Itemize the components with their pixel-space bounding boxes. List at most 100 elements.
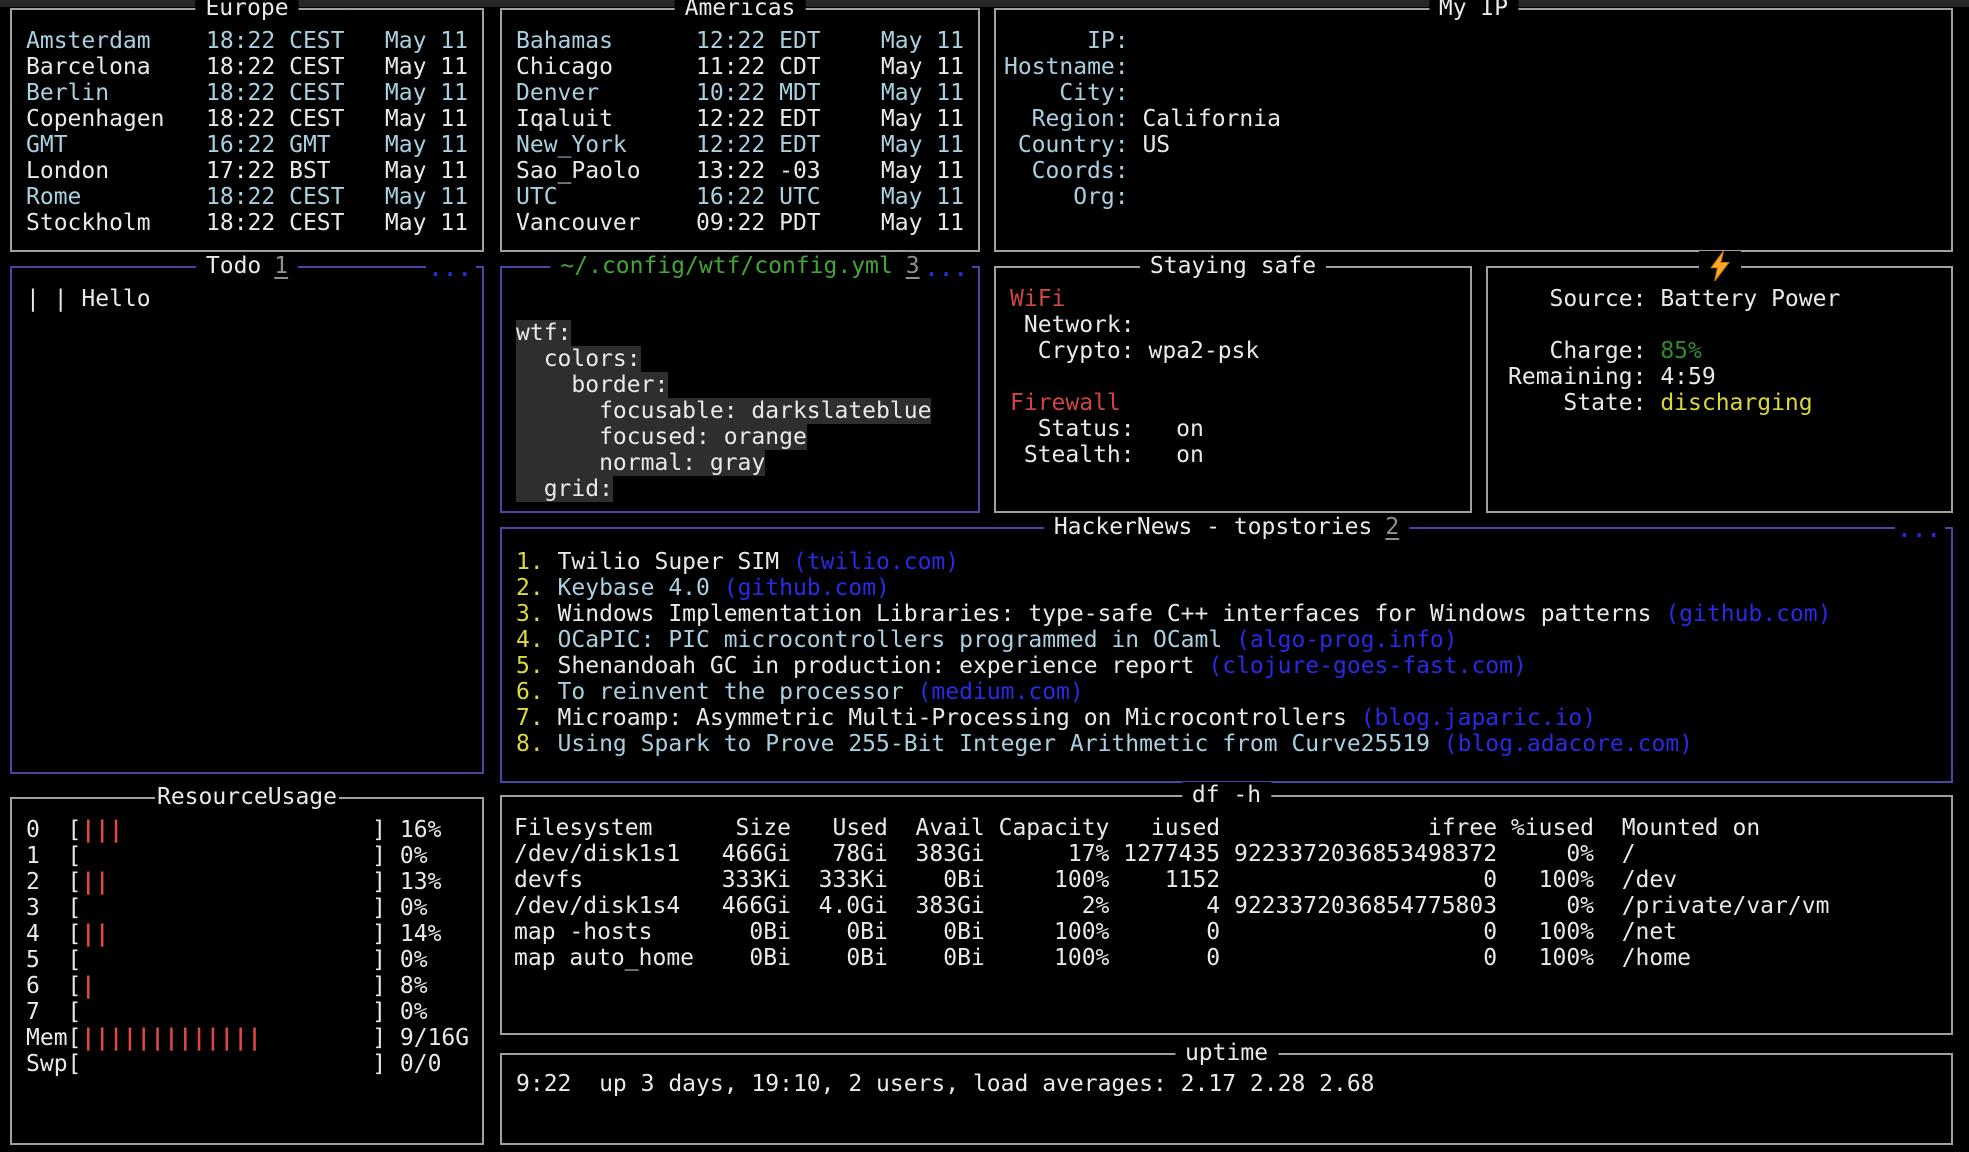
story-source-link[interactable]: (blog.japaric.io) (1361, 705, 1596, 731)
story-rank: 4. (516, 627, 544, 653)
city-name: Rome (26, 184, 206, 210)
panel-title-resource-usage: ResourceUsage (155, 784, 339, 810)
city-time: 18:22 (206, 54, 275, 80)
story-source-link[interactable]: (clojure-goes-fast.com) (1208, 653, 1527, 679)
city-timezone: -03 (779, 158, 834, 184)
hackernews-story[interactable]: 1. Twilio Super SIM (twilio.com) (516, 549, 1939, 575)
gauge-bracket-open: [ (68, 921, 82, 947)
city-date: May 11 (385, 28, 468, 54)
ip-field-label: Country: (1004, 132, 1129, 158)
gauge-bracket-open: [ (68, 869, 82, 895)
city-timezone: CDT (779, 54, 834, 80)
gauge-label: Mem (26, 1025, 68, 1051)
gauge-list: 0 [ ||| ] 16% 1 [ ] 0% 2 [ || ] 13% (12, 799, 482, 1077)
ip-field-value: California (1142, 106, 1280, 132)
hackernews-story[interactable]: 6. To reinvent the processor (medium.com… (516, 679, 1939, 705)
usage-gauge: 4 [ || ] 14% (26, 921, 472, 947)
clock-row: Chicago 11:22 CDT May 11 (516, 54, 964, 80)
ip-info-row: IP: (1004, 28, 1937, 54)
city-date: May 11 (881, 210, 964, 236)
hackernews-story[interactable]: 8. Using Spark to Prove 255-Bit Integer … (516, 731, 1939, 757)
panel-title-text: Todo (206, 253, 261, 279)
battery-info-row: Charge: 85% (1508, 338, 1937, 364)
todo-item[interactable]: | | Hello (26, 286, 468, 312)
df-used: 0Bi (791, 919, 888, 945)
clock-row: GMT 16:22 GMT May 11 (26, 132, 468, 158)
city-timezone: CEST (289, 184, 344, 210)
ip-field-label: City: (1004, 80, 1129, 106)
hackernews-story[interactable]: 3. Windows Implementation Libraries: typ… (516, 601, 1939, 627)
panel-clocks-europe: Europe Amsterdam 18:22 CEST May 11 Barce… (10, 8, 484, 252)
df-row: devfs 333Ki 333Ki 0Bi 100% 1152 0 100% /… (514, 867, 1941, 893)
panel-title-europe: Europe (195, 0, 298, 21)
df-iused: 0 (1109, 945, 1220, 971)
hackernews-story[interactable]: 7. Microamp: Asymmetric Multi-Processing… (516, 705, 1939, 731)
story-source-link[interactable]: (medium.com) (918, 679, 1084, 705)
story-source-link[interactable]: (twilio.com) (793, 549, 959, 575)
city-name: Amsterdam (26, 28, 206, 54)
city-time: 17:22 (206, 158, 275, 184)
story-rank: 8. (516, 731, 544, 757)
gauge-label: 0 (26, 817, 68, 843)
gauge-label: Swp (26, 1051, 68, 1077)
panel-title-hackernews: HackerNews - topstories2 (1044, 514, 1409, 540)
config-line-text: focused: orange (516, 424, 807, 450)
df-header-filesystem: Filesystem (514, 815, 708, 841)
gauge-bracket-open: [ (68, 973, 82, 999)
ip-info-row: City: (1004, 80, 1937, 106)
story-source-link[interactable]: (github.com) (724, 575, 890, 601)
city-time: 16:22 (206, 132, 275, 158)
hackernews-story[interactable]: 4. OCaPIC: PIC microcontrollers programm… (516, 627, 1939, 653)
df-iused: 4 (1109, 893, 1220, 919)
city-timezone: CEST (289, 28, 344, 54)
gauge-value: 9/16G (400, 1025, 469, 1051)
panel-config-file[interactable]: ~/.config/wtf/config.yml3 ... wtf: color… (500, 266, 980, 513)
panel-title-americas: Americas (675, 0, 806, 21)
ip-info-list: IP: Hostname: City: Region: California C… (996, 10, 1951, 210)
hackernews-story[interactable]: 2. Keybase 4.0 (github.com) (516, 575, 1939, 601)
panel-focus-number: 3 (906, 253, 920, 279)
df-capacity: 100% (985, 867, 1110, 893)
gauge-label: 2 (26, 869, 68, 895)
df-header-capacity: Capacity (985, 815, 1110, 841)
gauge-bracket-close: ] (372, 1051, 386, 1077)
df-ifree: 9223372036853498372 (1220, 841, 1497, 867)
panel-title-df: df -h (1182, 782, 1271, 808)
panel-resource-usage: ResourceUsage 0 [ ||| ] 16% 1 [ ] 0% 2 [ (10, 797, 484, 1145)
city-date: May 11 (385, 210, 468, 236)
clock-row: Rome 18:22 CEST May 11 (26, 184, 468, 210)
city-date: May 11 (385, 106, 468, 132)
gauge-bar (81, 843, 372, 869)
df-iused: 0 (1109, 919, 1220, 945)
usage-gauge: 3 [ ] 0% (26, 895, 472, 921)
panel-title-text: Staying safe (1150, 253, 1316, 279)
gauge-bar: || (81, 869, 372, 895)
clock-row: Barcelona 18:22 CEST May 11 (26, 54, 468, 80)
city-date: May 11 (385, 184, 468, 210)
panel-hackernews[interactable]: HackerNews - topstories2 ... 1. Twilio S… (500, 527, 1953, 783)
more-indicator: ... (922, 256, 972, 282)
gauge-bar (81, 999, 372, 1025)
config-line: focused: orange (516, 424, 978, 450)
panel-todo[interactable]: Todo1 ... | | Hello (10, 266, 484, 774)
story-source-link[interactable]: (algo-prog.info) (1236, 627, 1458, 653)
config-line-text: colors: (516, 346, 641, 372)
story-source-link[interactable]: (blog.adacore.com) (1444, 731, 1693, 757)
city-timezone: PDT (779, 210, 834, 236)
battery-field-label: State: (1508, 390, 1646, 416)
df-header-ifree: ifree (1220, 815, 1497, 841)
hackernews-story[interactable]: 5. Shenandoah GC in production: experien… (516, 653, 1939, 679)
story-rank: 2. (516, 575, 544, 601)
gauge-label: 7 (26, 999, 68, 1025)
lightning-bolt-icon (1709, 250, 1731, 290)
city-name: Berlin (26, 80, 206, 106)
gauge-value: 0% (400, 999, 428, 1025)
df-row-list: /dev/disk1s1 466Gi 78Gi 383Gi 17% 127743… (514, 841, 1941, 971)
usage-gauge: 2 [ || ] 13% (26, 869, 472, 895)
panel-title-text: Europe (205, 0, 288, 21)
story-source-link[interactable]: (github.com) (1665, 601, 1831, 627)
df-avail: 383Gi (888, 893, 985, 919)
gauge-bar (81, 1051, 372, 1077)
gauge-value: 14% (400, 921, 442, 947)
city-time: 18:22 (206, 210, 275, 236)
